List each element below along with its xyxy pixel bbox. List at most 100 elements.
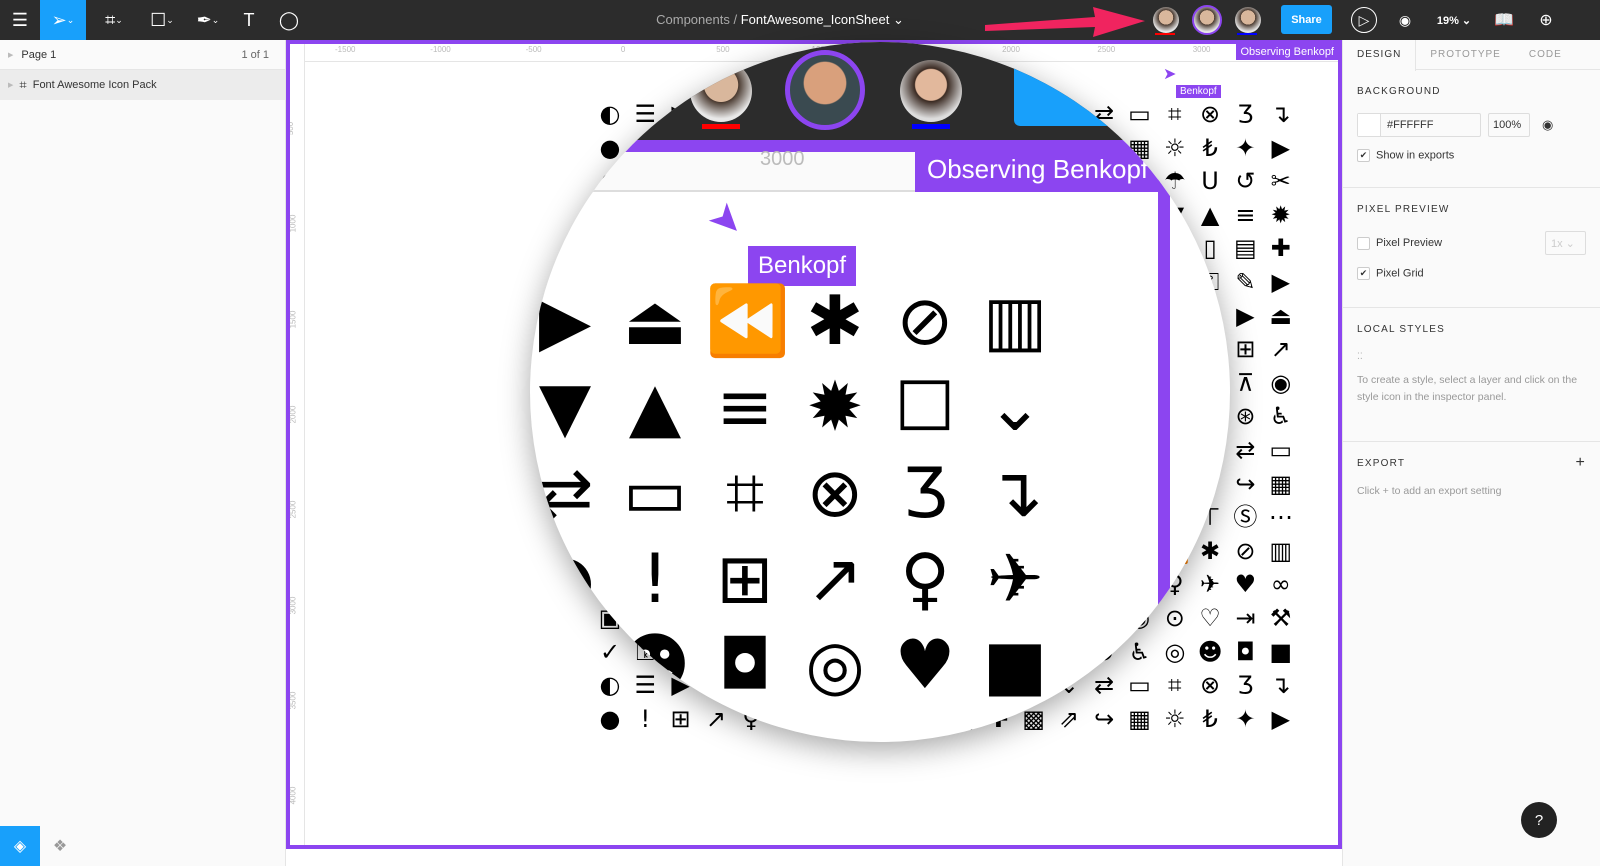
file-name[interactable]: FontAwesome_IconSheet ⌄	[741, 12, 904, 27]
bar-chart-icon[interactable]: ▥	[1265, 535, 1297, 567]
fighter-jet-icon[interactable]: ✈	[1194, 568, 1226, 600]
heart-circle-icon: ♥	[894, 626, 956, 705]
avatar[interactable]	[1153, 7, 1179, 33]
random-icon[interactable]: ⇄	[1229, 434, 1261, 466]
share-icon[interactable]: ↪	[1088, 703, 1120, 735]
align-center-icon[interactable]: ≡	[1229, 199, 1261, 231]
checkbox-label: Show in exports	[1376, 149, 1455, 162]
suitcase-icon[interactable]: ▦	[1265, 468, 1297, 500]
add-plus-icon[interactable]: ⊕	[1532, 0, 1560, 40]
play-icon[interactable]: ▶	[1265, 266, 1297, 298]
github-square-icon[interactable]: ◘	[1229, 636, 1261, 668]
pixel-grid-checkbox[interactable]: ✔ Pixel Grid	[1357, 267, 1586, 280]
tab-design[interactable]: DESIGN	[1343, 40, 1417, 71]
stop-icon[interactable]: ■	[1265, 636, 1297, 668]
layer-label: Font Awesome Icon Pack	[32, 79, 157, 91]
view-eye-icon[interactable]: ◉	[1392, 0, 1418, 40]
heart-o-icon[interactable]: ♡	[1194, 602, 1226, 634]
layers-tab-icon[interactable]: ◈	[0, 826, 40, 866]
visibility-eye-icon[interactable]: ◉	[1542, 117, 1553, 133]
heart-circle-icon[interactable]: ♥	[1229, 568, 1261, 600]
puzzle-icon[interactable]: ✚	[1265, 232, 1297, 264]
turkish-lira-icon[interactable]: ₺	[1194, 703, 1226, 735]
skype-icon[interactable]: Ⓢ	[1229, 501, 1261, 533]
twitter-icon[interactable]: ✦	[1229, 132, 1261, 164]
underline-icon[interactable]: U	[1194, 165, 1226, 197]
random-icon[interactable]: ⇄	[1088, 669, 1120, 701]
page-selector[interactable]: ▶ Page 1 1 of 1	[0, 40, 285, 70]
opacity-field[interactable]: 100%	[1488, 113, 1530, 137]
layer-item[interactable]: ▶ ⌗ Font Awesome Icon Pack	[0, 70, 285, 100]
chevron-circle-up-icon[interactable]: ⊼	[1229, 367, 1261, 399]
eye-icon[interactable]: ◉	[1265, 367, 1297, 399]
show-in-exports-checkbox[interactable]: ✔ Show in exports	[1357, 149, 1586, 162]
components-tab-icon[interactable]: ❖	[40, 826, 80, 866]
indent-icon[interactable]: ⇥	[1229, 602, 1261, 634]
level-down-icon[interactable]: ↴	[1265, 98, 1297, 130]
youtube-icon[interactable]: ▶	[1265, 703, 1297, 735]
ban-icon[interactable]: ⊘	[1229, 535, 1261, 567]
library-book-icon[interactable]: 📖	[1490, 0, 1518, 40]
wrench-icon[interactable]: ✎	[1229, 266, 1261, 298]
credit-card-icon[interactable]: ▭	[1265, 434, 1297, 466]
color-hex[interactable]: #FFFFFF	[1381, 114, 1439, 136]
ban-icon: ⊘	[896, 282, 954, 361]
share-icon[interactable]: ↪	[1229, 468, 1261, 500]
css3-icon[interactable]: Ʒ	[1229, 98, 1261, 130]
external-link-icon[interactable]: ↗	[1265, 333, 1297, 365]
zoom-dropdown[interactable]: 19% ⌄	[1432, 0, 1476, 40]
github-icon: ◎	[535, 626, 595, 705]
export-heading: EXPORT	[1357, 458, 1406, 469]
avatar-observed[interactable]	[1192, 5, 1222, 35]
youtube-icon[interactable]: ▶	[1265, 132, 1297, 164]
help-button[interactable]: ?	[1521, 802, 1557, 838]
tab-prototype[interactable]: PROTOTYPE	[1416, 40, 1515, 69]
background-color-field[interactable]: #FFFFFF	[1357, 113, 1481, 137]
project-name[interactable]: Components	[656, 12, 730, 27]
color-swatch[interactable]	[1358, 114, 1381, 136]
observing-label[interactable]: Observing Benkopf	[1236, 44, 1338, 60]
times-circle-icon[interactable]: ⊗	[1194, 669, 1226, 701]
undo-icon[interactable]: ↺	[1229, 165, 1261, 197]
gavel-icon[interactable]: ⚒	[1265, 602, 1297, 634]
avatar[interactable]	[1235, 7, 1261, 33]
level-down-icon[interactable]: ↴	[1265, 669, 1297, 701]
export-hint: Click + to add an export setting	[1357, 485, 1502, 497]
caret-right-icon[interactable]: ▶	[1229, 300, 1261, 332]
credit-card-icon[interactable]: ▭	[1124, 669, 1156, 701]
plus-square-icon[interactable]: ⊞	[665, 703, 697, 735]
external-link-icon[interactable]: ↗	[700, 703, 732, 735]
share-square-icon[interactable]: ⇗	[1053, 703, 1085, 735]
caret-right-icon: ▶	[538, 282, 592, 361]
money-icon[interactable]: ▤	[1229, 232, 1261, 264]
inspector-panel: DESIGN PROTOTYPE CODE BACKGROUND #FFFFFF…	[1342, 40, 1600, 866]
wheelchair-icon[interactable]: ♿	[1265, 400, 1297, 432]
share-button[interactable]: Share	[1281, 5, 1332, 34]
circle-icon[interactable]: ●	[594, 703, 626, 735]
present-play-icon[interactable]: ▷	[1351, 7, 1377, 33]
link-icon[interactable]: ∞	[1265, 568, 1297, 600]
background-heading: BACKGROUND	[1357, 86, 1441, 97]
wheelchair-icon[interactable]: ♿	[1124, 636, 1156, 668]
caret-square-up-icon[interactable]: ⏏	[1265, 300, 1297, 332]
certificate-icon[interactable]: ✹	[1265, 199, 1297, 231]
checkbox-label: Pixel Preview	[1376, 237, 1443, 249]
pixel-scale-dropdown[interactable]: 1x ⌄	[1545, 231, 1586, 255]
ellipsis-icon[interactable]: ⋯	[1265, 501, 1297, 533]
plus-square-icon[interactable]: ⊞	[1229, 333, 1261, 365]
tab-code[interactable]: CODE	[1515, 40, 1576, 69]
twitter-icon[interactable]: ✦	[1229, 703, 1261, 735]
exclamation-icon[interactable]: !	[629, 703, 661, 735]
caret-up-icon[interactable]: ▲	[1194, 199, 1226, 231]
add-export-button[interactable]: +	[1575, 455, 1586, 471]
css3-icon[interactable]: Ʒ	[1229, 669, 1261, 701]
github-alt-icon[interactable]: ☻	[1194, 636, 1226, 668]
pixel-preview-checkbox[interactable]: Pixel Preview 1x ⌄	[1357, 231, 1586, 255]
weibo-icon[interactable]: ⊛	[1229, 400, 1261, 432]
avatar	[900, 60, 962, 122]
arrow-annotation-icon	[985, 7, 1145, 37]
unlink-icon[interactable]: ✂	[1265, 165, 1297, 197]
asterisk-icon[interactable]: ✱	[1194, 535, 1226, 567]
suitcase-icon[interactable]: ▦	[1124, 703, 1156, 735]
local-styles-hint: To create a style, select a layer and cl…	[1357, 374, 1578, 403]
